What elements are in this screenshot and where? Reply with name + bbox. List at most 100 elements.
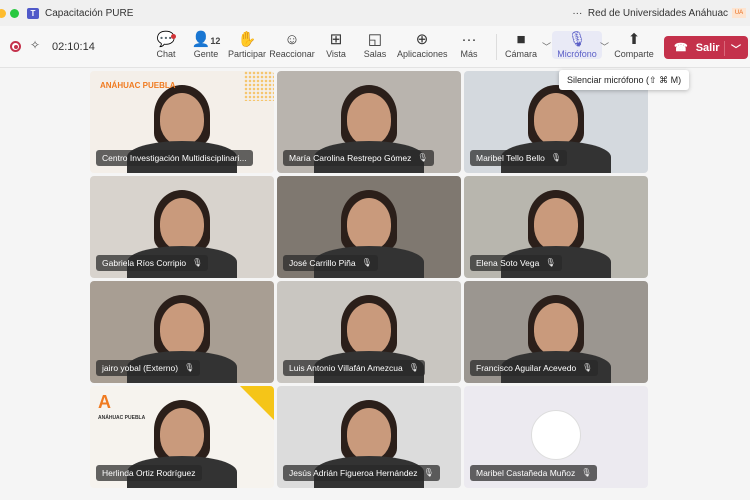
mic-options-chevron[interactable]: ﹀ [600,40,609,53]
leave-button[interactable]: ☎ Salir ﹀ [664,36,748,59]
participant-face [534,93,578,145]
name-text: Luis Antonio Villafán Amezcua [289,363,403,373]
share-label: Comparte [614,49,654,59]
mic-button[interactable]: 🎙 Micrófono [552,31,602,59]
name-text: María Carolina Restrepo Gómez [289,153,412,163]
name-text: Francisco Aguilar Acevedo [476,363,577,373]
more-label: Más [460,49,478,59]
more-button[interactable]: ··· Más [444,31,494,59]
microphone-icon: 🎙 [423,468,434,477]
participant-face [534,198,578,250]
meeting-toolbar: ✧ 02:10:14 💬 Chat 👤12 Gente ✋ Participar ☺ Reac… [0,26,750,68]
meeting-timer: 02:10:14 [52,41,95,53]
people-count: 12 [210,36,221,46]
participant-tile[interactable]: José Carrillo Piña 🎙 [277,176,461,278]
more-icon[interactable]: ··· [572,8,582,19]
name-text: jairo yobal (Externo) [102,363,179,373]
rooms-icon: ◱ [367,31,383,48]
react-label: Reaccionar [269,49,315,59]
participant-name: Luis Antonio Villafán Amezcua 🎙 [283,360,425,376]
title-bar: T Capacitación PURE ··· Red de Universid… [0,0,750,26]
participant-name: Centro Investigación Multidisciplinari..… [96,150,253,166]
org-avatar[interactable]: UA [732,8,746,18]
participant-tile[interactable]: Luis Antonio Villafán Amezcua 🎙 [277,281,461,383]
microphone-icon: 🎙 [567,31,587,48]
zoom-button[interactable] [10,8,19,18]
minimize-button[interactable] [0,8,6,18]
tooltip: Silenciar micrófono (⇧ ⌘ M) [559,70,689,90]
name-text: Elena Soto Vega [476,258,540,268]
participant-name: Elena Soto Vega 🎙 [470,255,562,271]
phone-hangup-icon: ☎ [674,42,688,54]
name-text: Jesús Adrián Figueroa Hernández [289,468,418,478]
participant-name: Herlinda Ortiz Rodríguez [96,465,202,481]
participant-name: jairo yobal (Externo) 🎙 [96,360,201,376]
microphone-icon: 🎙 [184,363,195,372]
participant-name: Francisco Aguilar Acevedo 🎙 [470,360,599,376]
participant-name: Gabriela Ríos Corripio 🎙 [96,255,209,271]
leave-options-chevron[interactable]: ﹀ [724,41,741,56]
participant-face [160,198,204,250]
participant-name: Maribel Castañeda Muñoz 🎙 [470,465,598,481]
participant-tile[interactable]: Jesús Adrián Figueroa Hernández 🎙 [277,386,461,488]
name-text: José Carrillo Piña [289,258,356,268]
people-icon: 👤 [191,31,211,48]
name-text: Maribel Tello Bello [476,153,545,163]
participant-name: María Carolina Restrepo Gómez 🎙 [283,150,434,166]
camera-options-chevron[interactable]: ﹀ [542,40,551,53]
camera-button[interactable]: ■ Cámara [496,31,546,59]
microphone-icon: 🎙 [582,363,593,372]
teams-logo-icon: T [27,7,39,19]
participant-tile[interactable]: Elena Soto Vega 🎙 [464,176,648,278]
microphone-icon: 🎙 [361,258,372,267]
participant-face [347,93,391,145]
leave-label: Salir [695,41,720,54]
participant-tile[interactable]: Gabriela Ríos Corripio 🎙 [90,176,274,278]
participant-face [160,93,204,145]
microphone-icon: 🎙 [550,153,561,162]
participant-tile[interactable]: ANÁHUAC PUEBLA Centro Investigación Multi… [90,71,274,173]
raise-label: Participar [227,49,266,59]
mic-label: Micrófono [557,49,597,59]
microphone-icon: 🎙 [192,258,203,267]
hand-icon: ✋ [237,31,257,48]
share-button[interactable]: ⬆ Comparte [609,31,659,59]
decoration [244,71,274,101]
microphone-icon: 🎙 [545,258,556,267]
apps-label: Aplicaciones [397,49,448,59]
divider [496,34,497,60]
participant-face [160,408,204,460]
participant-tile[interactable]: Maribel Castañeda Muñoz 🎙 [464,386,648,488]
participant-face [347,408,391,460]
video-grid: ANÁHUAC PUEBLA Centro Investigación Multi… [90,71,648,488]
name-text: Herlinda Ortiz Rodríguez [102,468,196,478]
decoration [240,386,274,420]
raise-button[interactable]: ✋ Participar [222,31,272,59]
apps-button[interactable]: ⊕ Aplicaciones [397,31,448,59]
name-text: Centro Investigación Multidisciplinari..… [102,153,247,163]
participant-tile[interactable]: A ANÁHUAC PUEBLA Herlinda Ortiz Rodríguez [90,386,274,488]
react-button[interactable]: ☺ Reaccionar [267,31,317,59]
participant-tile[interactable]: jairo yobal (Externo) 🎙 [90,281,274,383]
camera-icon: ■ [516,31,526,48]
copilot-icon[interactable]: ✧ [30,38,40,52]
avatar [531,410,581,460]
microphone-icon: 🎙 [581,468,592,477]
share-icon: ⬆ [627,31,641,48]
participant-name: Jesús Adrián Figueroa Hernández 🎙 [283,465,440,481]
participant-tile[interactable]: María Carolina Restrepo Gómez 🎙 [277,71,461,173]
participant-face [160,303,204,355]
camera-label: Cámara [504,49,537,59]
org-name[interactable]: ··· Red de Universidades Anáhuac [572,8,728,19]
participant-face [347,303,391,355]
brand-logo: ANÁHUAC PUEBLA [100,81,176,90]
rooms-button[interactable]: ◱ Salas [350,31,400,59]
participant-tile[interactable]: Francisco Aguilar Acevedo 🎙 [464,281,648,383]
plus-icon: ⊕ [415,31,429,48]
recording-icon [10,41,21,52]
org-label: Red de Universidades Anáhuac [587,8,728,19]
participant-face [347,198,391,250]
participant-name: José Carrillo Piña 🎙 [283,255,378,271]
window-title: Capacitación PURE [45,7,134,19]
name-text: Maribel Castañeda Muñoz [476,468,576,478]
